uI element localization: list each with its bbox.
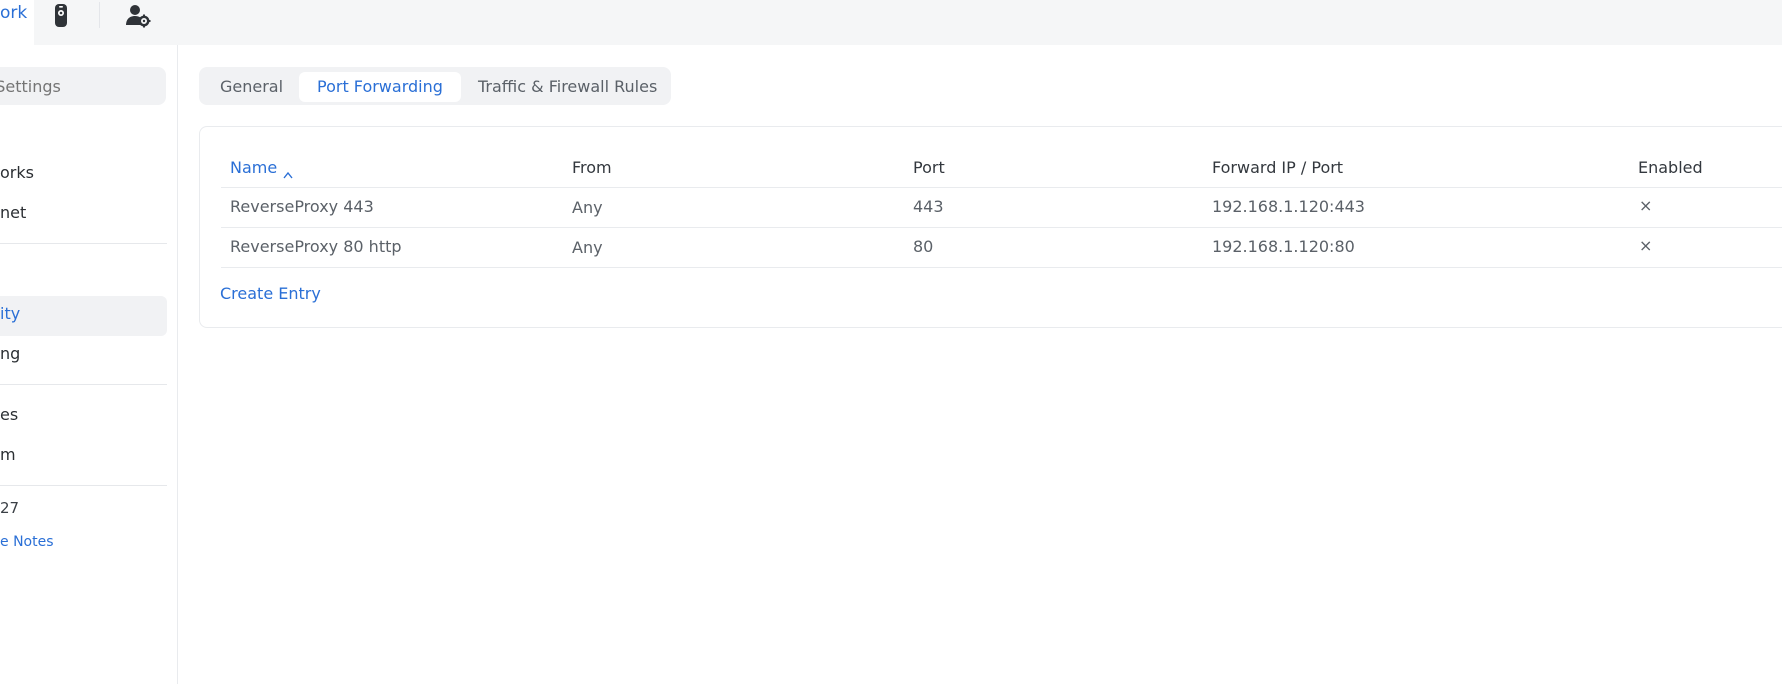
table-cell-from: Any — [572, 238, 603, 257]
sidebar-divider — [0, 384, 167, 385]
table-cell-forward: 192.168.1.120:80 — [1212, 237, 1355, 256]
top-divider — [99, 2, 100, 28]
sidebar-divider — [0, 243, 167, 244]
column-header-name[interactable]: Name — [230, 158, 293, 179]
sort-ascending-icon — [283, 164, 293, 179]
main-tabs: General Port Forwarding Traffic & Firewa… — [199, 67, 671, 105]
create-entry-button[interactable]: Create Entry — [220, 284, 321, 303]
disabled-x-icon[interactable]: × — [1639, 196, 1652, 215]
table-cell-port: 80 — [913, 237, 934, 256]
sidebar-item-profiles[interactable]: es — [0, 405, 18, 424]
version-number: 27 — [0, 499, 20, 517]
table-cell-forward: 192.168.1.120:443 — [1212, 197, 1365, 216]
column-header-port[interactable]: Port — [913, 158, 945, 177]
tab-general[interactable]: General — [202, 72, 301, 102]
row-divider — [221, 227, 1782, 228]
settings-search-input[interactable] — [0, 67, 166, 105]
top-tab-network-label: ork — [0, 3, 28, 23]
column-header-from[interactable]: From — [572, 158, 612, 177]
sidebar: orks net ity ng es m 27 e Notes — [0, 45, 178, 684]
top-tab-network[interactable]: ork — [0, 0, 34, 45]
column-header-enabled[interactable]: Enabled — [1638, 158, 1703, 177]
sidebar-item-internet[interactable]: net — [0, 203, 26, 222]
release-notes-link[interactable]: e Notes — [0, 534, 54, 550]
sidebar-item-system[interactable]: m — [0, 445, 16, 464]
table-cell-name[interactable]: ReverseProxy 80 http — [230, 237, 402, 256]
column-header-forward[interactable]: Forward IP / Port — [1212, 158, 1343, 177]
column-header-name-label: Name — [230, 158, 278, 177]
device-icon[interactable] — [48, 2, 74, 30]
sidebar-item-security[interactable]: ity — [0, 304, 20, 323]
table-cell-port: 443 — [913, 197, 944, 216]
sidebar-item-security-bg[interactable] — [0, 296, 167, 336]
port-forwarding-card: Name From Port Forward IP / Port Enabled… — [199, 126, 1782, 328]
disabled-x-icon[interactable]: × — [1639, 236, 1652, 255]
sidebar-item-networks[interactable]: orks — [0, 163, 34, 182]
row-divider — [221, 267, 1782, 268]
table-cell-name[interactable]: ReverseProxy 443 — [230, 197, 374, 216]
top-bar: ork — [0, 0, 1782, 45]
row-divider — [221, 187, 1782, 188]
user-settings-icon[interactable] — [124, 2, 151, 30]
sidebar-item-routing[interactable]: ng — [0, 344, 20, 363]
table-cell-from: Any — [572, 198, 603, 217]
tab-port-forwarding[interactable]: Port Forwarding — [299, 72, 461, 102]
tab-traffic-firewall-rules[interactable]: Traffic & Firewall Rules — [460, 72, 675, 102]
sidebar-divider — [0, 485, 167, 486]
